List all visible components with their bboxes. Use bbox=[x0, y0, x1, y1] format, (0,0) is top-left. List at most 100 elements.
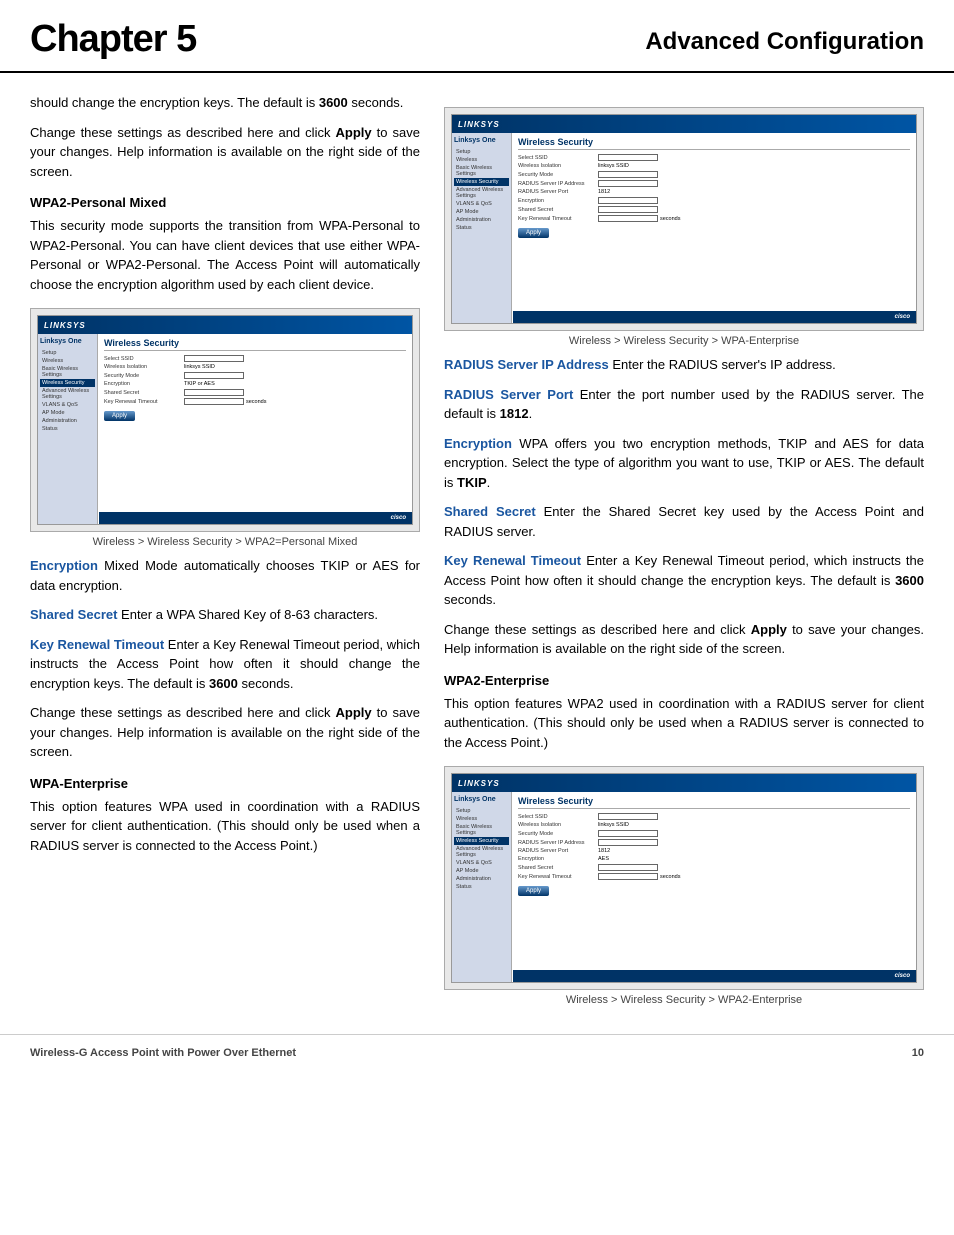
sidebar-vlans-1[interactable]: VLANS & QoS bbox=[40, 401, 95, 409]
sidebar-basic-1[interactable]: Basic Wireless Settings bbox=[40, 365, 95, 379]
form-row-select-ssid-2: Select SSID bbox=[518, 154, 910, 161]
linksys-header-2: LINKSYS bbox=[452, 115, 916, 133]
key-renewal-label: Key Renewal Timeout bbox=[30, 637, 164, 652]
intro-paragraph-1: should change the encryption keys. The d… bbox=[30, 93, 420, 113]
sidebar-admin-3[interactable]: Administration bbox=[454, 875, 509, 883]
screenshot-2-box: LINKSYS Linksys One Setup Wireless Basic… bbox=[444, 107, 924, 331]
encryption-label-right: Encryption bbox=[444, 436, 512, 451]
linksys-body-1: Linksys One Setup Wireless Basic Wireles… bbox=[38, 334, 412, 524]
encryption-paragraph-right: Encryption WPA offers you two encryption… bbox=[444, 434, 924, 493]
linksys-sidebar-1: Linksys One Setup Wireless Basic Wireles… bbox=[38, 334, 98, 524]
cisco-logo-2: cisco bbox=[895, 314, 910, 320]
encryption-default: TKIP bbox=[457, 475, 487, 490]
apply-ref-left: Apply bbox=[336, 705, 372, 720]
shared-secret-paragraph-right: Shared Secret Enter the Shared Secret ke… bbox=[444, 502, 924, 541]
form-row-isolation-1: Wireless Isolation linksys SSID bbox=[104, 364, 406, 370]
encryption-label: Encryption bbox=[30, 558, 98, 573]
wpa2-enterprise-body-right: This option features WPA2 used in coordi… bbox=[444, 694, 924, 753]
linksys-logo-2: LINKSYS bbox=[458, 120, 500, 129]
sidebar-apmode-1[interactable]: AP Mode bbox=[40, 409, 95, 417]
form-row-radius-port-2: RADIUS Server Port 1812 bbox=[518, 189, 910, 195]
sidebar-basic-2[interactable]: Basic Wireless Settings bbox=[454, 164, 509, 178]
encryption-paragraph: Encryption Mixed Mode automatically choo… bbox=[30, 556, 420, 595]
wpa-enterprise-heading-left: WPA-Enterprise bbox=[30, 776, 420, 791]
linksys-body-2: Linksys One Setup Wireless Basic Wireles… bbox=[452, 133, 916, 323]
linksys-main-2: Wireless Security Select SSID Wireless I… bbox=[512, 133, 916, 323]
linksys-header-3: LINKSYS bbox=[452, 774, 916, 792]
screenshot-3-caption: Wireless > Wireless Security > WPA2-Ente… bbox=[444, 994, 924, 1006]
linksys-logo-3: LINKSYS bbox=[458, 779, 500, 788]
form-row-shared-secret-3: Shared Secret bbox=[518, 864, 910, 871]
cisco-logo-1: cisco bbox=[391, 515, 406, 521]
linksys-main-3: Wireless Security Select SSID Wireless I… bbox=[512, 792, 916, 982]
sidebar-apmode-2[interactable]: AP Mode bbox=[454, 208, 509, 216]
default-3600-left: 3600 bbox=[209, 676, 238, 691]
sidebar-advanced-1[interactable]: Advanced Wireless Settings bbox=[40, 387, 95, 401]
footer-left: Wireless-G Access Point with Power Over … bbox=[30, 1047, 296, 1059]
right-column: LINKSYS Linksys One Setup Wireless Basic… bbox=[444, 93, 924, 1014]
radius-ip-paragraph: RADIUS Server IP Address Enter the RADIU… bbox=[444, 355, 924, 375]
sidebar-security-2[interactable]: Wireless Security bbox=[454, 178, 509, 186]
sidebar-wireless-2[interactable]: Wireless bbox=[454, 156, 509, 164]
form-row-security-mode-2: Security Mode bbox=[518, 171, 910, 178]
form-row-security-mode-3: Security Mode bbox=[518, 830, 910, 837]
radius-port-default: 1812 bbox=[500, 406, 529, 421]
sidebar-status-1[interactable]: Status bbox=[40, 425, 95, 433]
main-content: should change the encryption keys. The d… bbox=[0, 93, 954, 1014]
wpa2-enterprise-heading-right: WPA2-Enterprise bbox=[444, 673, 924, 688]
radius-ip-label: RADIUS Server IP Address bbox=[444, 357, 609, 372]
screenshot-3-box: LINKSYS Linksys One Setup Wireless Basic… bbox=[444, 766, 924, 990]
chapter-title: Chapter 5 bbox=[30, 18, 196, 61]
wpa2-personal-mixed-body: This security mode supports the transiti… bbox=[30, 216, 420, 294]
sidebar-setup-1[interactable]: Setup bbox=[40, 349, 95, 357]
left-column: should change the encryption keys. The d… bbox=[30, 93, 420, 1014]
shared-secret-label-right: Shared Secret bbox=[444, 504, 536, 519]
sidebar-status-3[interactable]: Status bbox=[454, 883, 509, 891]
sidebar-brand-1: Linksys One bbox=[40, 338, 95, 345]
apply-button-1[interactable]: Apply bbox=[104, 411, 135, 421]
apply-button-2[interactable]: Apply bbox=[518, 228, 549, 238]
sidebar-admin-2[interactable]: Administration bbox=[454, 216, 509, 224]
sidebar-setup-3[interactable]: Setup bbox=[454, 807, 509, 815]
sidebar-status-2[interactable]: Status bbox=[454, 224, 509, 232]
sidebar-admin-1[interactable]: Administration bbox=[40, 417, 95, 425]
screenshot-1-caption: Wireless > Wireless Security > WPA2=Pers… bbox=[30, 536, 420, 548]
cisco-logo-3: cisco bbox=[895, 973, 910, 979]
radius-port-label: RADIUS Server Port bbox=[444, 387, 573, 402]
form-row-select-ssid-3: Select SSID bbox=[518, 813, 910, 820]
tab-title-2: Wireless Security bbox=[518, 137, 910, 150]
sidebar-apmode-3[interactable]: AP Mode bbox=[454, 867, 509, 875]
sidebar-wireless-1[interactable]: Wireless bbox=[40, 357, 95, 365]
screenshot-2-caption: Wireless > Wireless Security > WPA-Enter… bbox=[444, 335, 924, 347]
linksys-footer-1: cisco bbox=[99, 512, 412, 524]
sidebar-vlans-2[interactable]: VLANS & QoS bbox=[454, 200, 509, 208]
shared-secret-label: Shared Secret bbox=[30, 607, 117, 622]
form-row-key-renewal-2: Key Renewal Timeout seconds bbox=[518, 215, 910, 222]
form-row-radius-ip-3: RADIUS Server IP Address bbox=[518, 839, 910, 846]
apply-button-3[interactable]: Apply bbox=[518, 886, 549, 896]
key-renewal-paragraph-right: Key Renewal Timeout Enter a Key Renewal … bbox=[444, 551, 924, 610]
section-title: Advanced Configuration bbox=[645, 18, 924, 56]
form-row-encryption-2: Encryption bbox=[518, 197, 910, 204]
form-row-isolation-2: Wireless Isolation linksys SSID bbox=[518, 163, 910, 169]
linksys-sidebar-2: Linksys One Setup Wireless Basic Wireles… bbox=[452, 133, 512, 323]
sidebar-security-3[interactable]: Wireless Security bbox=[454, 837, 509, 845]
screenshot-1-inner: LINKSYS Linksys One Setup Wireless Basic… bbox=[37, 315, 413, 525]
screenshot-1-box: LINKSYS Linksys One Setup Wireless Basic… bbox=[30, 308, 420, 532]
sidebar-basic-3[interactable]: Basic Wireless Settings bbox=[454, 823, 509, 837]
form-row-shared-secret-2: Shared Secret bbox=[518, 206, 910, 213]
radius-port-paragraph: RADIUS Server Port Enter the port number… bbox=[444, 385, 924, 424]
sidebar-setup-2[interactable]: Setup bbox=[454, 148, 509, 156]
linksys-body-3: Linksys One Setup Wireless Basic Wireles… bbox=[452, 792, 916, 982]
form-row-select-ssid-1: Select SSID bbox=[104, 355, 406, 362]
linksys-ui-2: LINKSYS Linksys One Setup Wireless Basic… bbox=[452, 115, 916, 323]
form-row-radius-ip-2: RADIUS Server IP Address bbox=[518, 180, 910, 187]
page-footer: Wireless-G Access Point with Power Over … bbox=[0, 1034, 954, 1071]
sidebar-advanced-3[interactable]: Advanced Wireless Settings bbox=[454, 845, 509, 859]
sidebar-security-1[interactable]: Wireless Security bbox=[40, 379, 95, 387]
sidebar-advanced-2[interactable]: Advanced Wireless Settings bbox=[454, 186, 509, 200]
sidebar-wireless-3[interactable]: Wireless bbox=[454, 815, 509, 823]
key-renewal-paragraph: Key Renewal Timeout Enter a Key Renewal … bbox=[30, 635, 420, 694]
sidebar-vlans-3[interactable]: VLANS & QoS bbox=[454, 859, 509, 867]
wpa-enterprise-body-left: This option features WPA used in coordin… bbox=[30, 797, 420, 856]
